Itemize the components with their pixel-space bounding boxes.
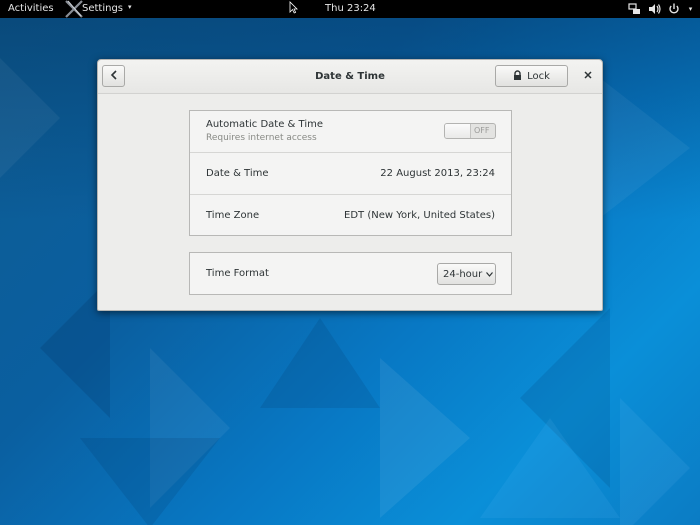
close-icon [584, 70, 592, 82]
switch-state-label: OFF [474, 126, 490, 135]
automatic-date-time-sublabel: Requires internet access [206, 133, 317, 143]
app-logo-icon [64, 0, 84, 18]
date-time-dialog: Date & Time Lock Automatic Date & Time R… [97, 59, 603, 311]
time-format-settings-list: Time Format 24-hour [189, 252, 512, 295]
time-format-selected: 24-hour [443, 268, 483, 280]
app-menu-button[interactable]: Settings [82, 3, 123, 14]
volume-icon[interactable] [647, 2, 661, 16]
automatic-date-time-label: Automatic Date & Time [206, 119, 323, 130]
dialog-header: Date & Time Lock [98, 60, 602, 94]
date-time-row[interactable]: Date & Time 22 August 2013, 23:24 [190, 153, 511, 195]
activities-button[interactable]: Activities [8, 3, 54, 14]
time-zone-value: EDT (New York, United States) [344, 210, 495, 221]
lock-label: Lock [527, 70, 550, 82]
lock-button[interactable]: Lock [495, 65, 568, 87]
chevron-down-icon[interactable]: ▾ [687, 2, 694, 16]
switch-knob[interactable] [445, 124, 471, 138]
time-zone-row[interactable]: Time Zone EDT (New York, United States) [190, 195, 511, 237]
automatic-date-time-switch[interactable]: OFF [444, 123, 496, 139]
app-menu-arrow-icon: ▾ [128, 3, 132, 11]
power-icon[interactable] [667, 2, 681, 16]
top-bar: Activities Settings ▾ Thu 23:24 ▾ [0, 0, 700, 18]
lock-icon [513, 69, 522, 83]
time-zone-label: Time Zone [206, 210, 260, 221]
date-time-label: Date & Time [206, 168, 269, 179]
chevron-down-icon [486, 269, 494, 280]
time-format-dropdown[interactable]: 24-hour [437, 263, 496, 285]
date-time-value: 22 August 2013, 23:24 [380, 168, 495, 179]
time-format-label: Time Format [206, 268, 269, 279]
mouse-pointer-icon [289, 1, 298, 17]
date-time-settings-list: Automatic Date & Time Requires internet … [189, 110, 512, 236]
close-button[interactable] [582, 70, 594, 82]
automatic-date-time-row[interactable]: Automatic Date & Time Requires internet … [190, 111, 511, 153]
network-icon[interactable] [627, 2, 641, 16]
time-format-row: Time Format 24-hour [190, 253, 511, 295]
system-tray[interactable]: ▾ [627, 2, 694, 16]
clock-button[interactable]: Thu 23:24 [325, 3, 376, 14]
